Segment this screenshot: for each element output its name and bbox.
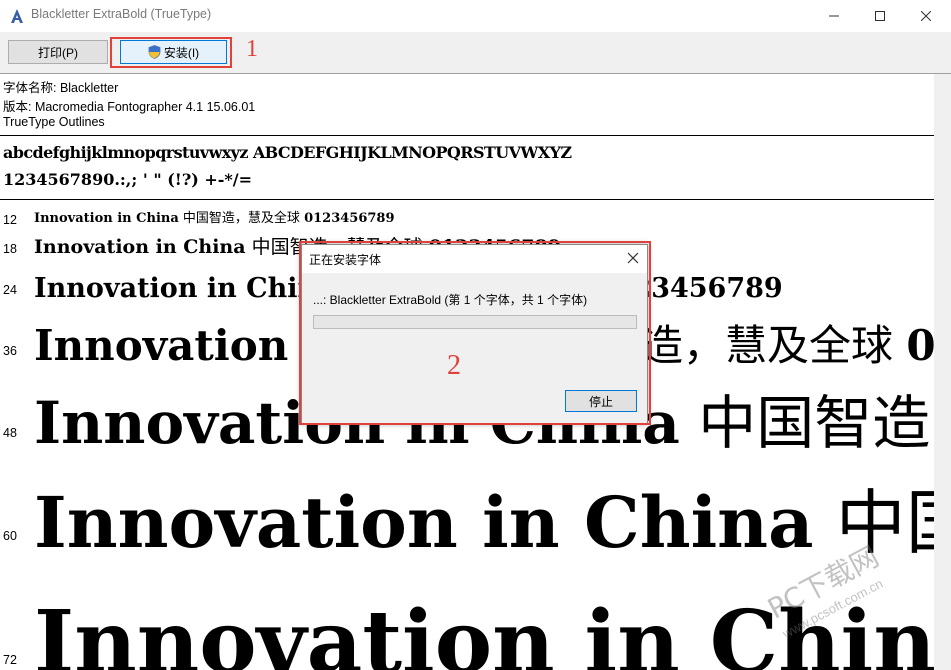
font-viewer-icon [11, 9, 23, 23]
sample-cjk: 中国智造，慧及全球 [698, 389, 934, 457]
minimize-button[interactable] [811, 0, 857, 32]
sample-cjk: 中国智造，慧及全球 [182, 211, 300, 226]
maximize-icon [875, 11, 885, 21]
sample-row-60: Innovation in China 中国智造，慧及全球 [34, 467, 934, 568]
sample-latin: Innovation in China [34, 211, 179, 226]
sample-row-12: Innovation in China 中国智造，慧及全球 0123456789 [34, 207, 395, 226]
size-label-36: 36 [3, 344, 17, 358]
size-label-72: 72 [3, 653, 17, 667]
window-title: Blackletter ExtraBold (TrueType) [31, 7, 212, 21]
title-bar: Blackletter ExtraBold (TrueType) [0, 0, 951, 32]
print-button-label: 打印(P) [38, 45, 78, 60]
annotation-marker-2: 2 [447, 350, 461, 381]
close-button[interactable] [903, 0, 949, 32]
font-version-line: 版本: Macromedia Fontographer 4.1 15.06.01 [3, 100, 256, 114]
highlight-box-dialog [299, 241, 651, 425]
highlight-box-install [110, 37, 232, 68]
size-label-24: 24 [3, 283, 17, 297]
maximize-button[interactable] [857, 0, 903, 32]
divider [0, 135, 934, 136]
vertical-scrollbar[interactable] [934, 74, 951, 670]
size-label-18: 18 [3, 242, 17, 256]
divider [0, 199, 934, 200]
sample-latin: Innovation in China [34, 481, 814, 564]
minimize-icon [829, 15, 839, 17]
font-name-line: 字体名称: Blackletter [3, 81, 119, 95]
sample-digits: 0123456789 [304, 211, 395, 226]
sample-latin: Innovation in China [34, 273, 335, 304]
charset-line-1: abcdefghijklmnopqrstuvwxyz ABCDEFGHIJKLM… [3, 143, 572, 162]
sample-digits: 0123456789 [906, 321, 934, 370]
sample-latin: Innovation in China [34, 236, 246, 258]
size-label-48: 48 [3, 426, 17, 440]
print-button[interactable]: 打印(P) [8, 40, 108, 64]
charset-line-2: 1234567890.:,; ' " (!?) +-*/= [3, 170, 252, 189]
size-label-60: 60 [3, 529, 17, 543]
size-label-12: 12 [3, 213, 17, 227]
close-icon [921, 11, 931, 21]
font-type-line: TrueType Outlines [3, 115, 105, 129]
annotation-marker-1: 1 [246, 36, 258, 62]
